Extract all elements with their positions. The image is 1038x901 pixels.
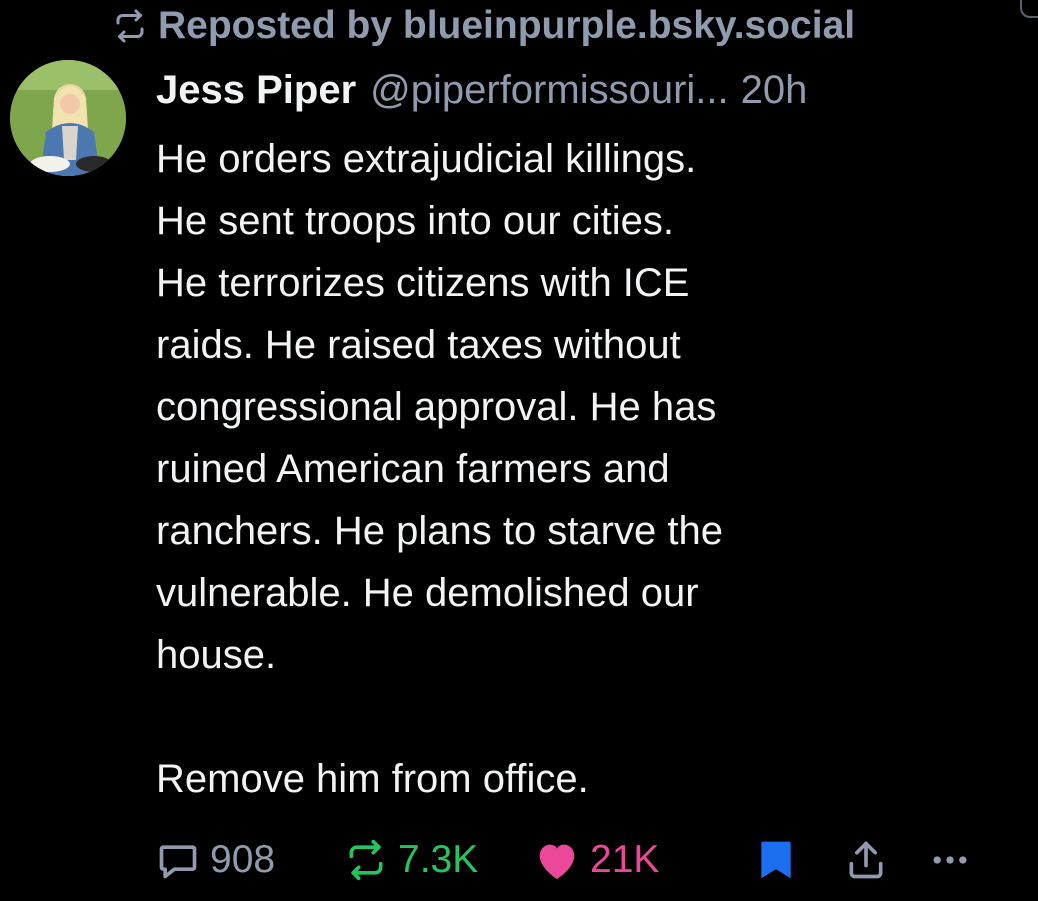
post-line: raids. He raised taxes without <box>156 323 681 367</box>
repost-count: 7.3K <box>398 838 479 881</box>
bookmark-icon <box>756 838 796 882</box>
repost-action-icon <box>344 838 388 882</box>
author-display-name[interactable]: Jess Piper <box>156 68 356 113</box>
repost-button[interactable]: 7.3K <box>344 830 478 890</box>
share-button[interactable] <box>844 830 898 890</box>
author-handle[interactable]: @piperformissouri... <box>370 68 728 113</box>
corner-edge <box>1020 0 1038 18</box>
post-actions: 908 7.3K 21K <box>156 830 1016 890</box>
post-line: He orders extrajudicial killings. <box>156 137 697 181</box>
post-timestamp[interactable]: 20h <box>741 68 808 113</box>
more-icon <box>928 838 972 882</box>
reply-icon <box>156 838 200 882</box>
post-line: He sent troops into our cities. <box>156 199 675 243</box>
post-line: congressional approval. He has <box>156 385 717 429</box>
share-icon <box>844 838 888 882</box>
post-line: Remove him from office. <box>156 757 589 801</box>
post-line: vulnerable. He demolished our <box>156 571 699 615</box>
post-line: ranchers. He plans to starve the <box>156 509 723 553</box>
reply-count: 908 <box>210 838 276 881</box>
more-options-button[interactable] <box>928 830 982 890</box>
post-line: He terrorizes citizens with ICE <box>156 261 690 305</box>
repost-indicator[interactable]: Reposted by blueinpurple.bsky.social <box>112 0 855 52</box>
post-blank-line <box>156 686 1016 748</box>
post-line: ruined American farmers and <box>156 447 670 491</box>
avatar[interactable] <box>10 60 126 176</box>
like-button[interactable]: 21K <box>534 830 659 890</box>
like-count: 21K <box>590 838 660 881</box>
post-text: He orders extrajudicial killings. He sen… <box>156 128 1016 810</box>
reply-button[interactable]: 908 <box>156 830 275 890</box>
repost-icon <box>112 8 148 44</box>
post-header: Jess Piper @piperformissouri... 20h <box>156 62 807 118</box>
heart-icon <box>534 838 580 882</box>
bookmark-button[interactable] <box>756 830 806 890</box>
post-line: house. <box>156 633 277 677</box>
repost-label: Reposted by blueinpurple.bsky.social <box>158 4 856 47</box>
